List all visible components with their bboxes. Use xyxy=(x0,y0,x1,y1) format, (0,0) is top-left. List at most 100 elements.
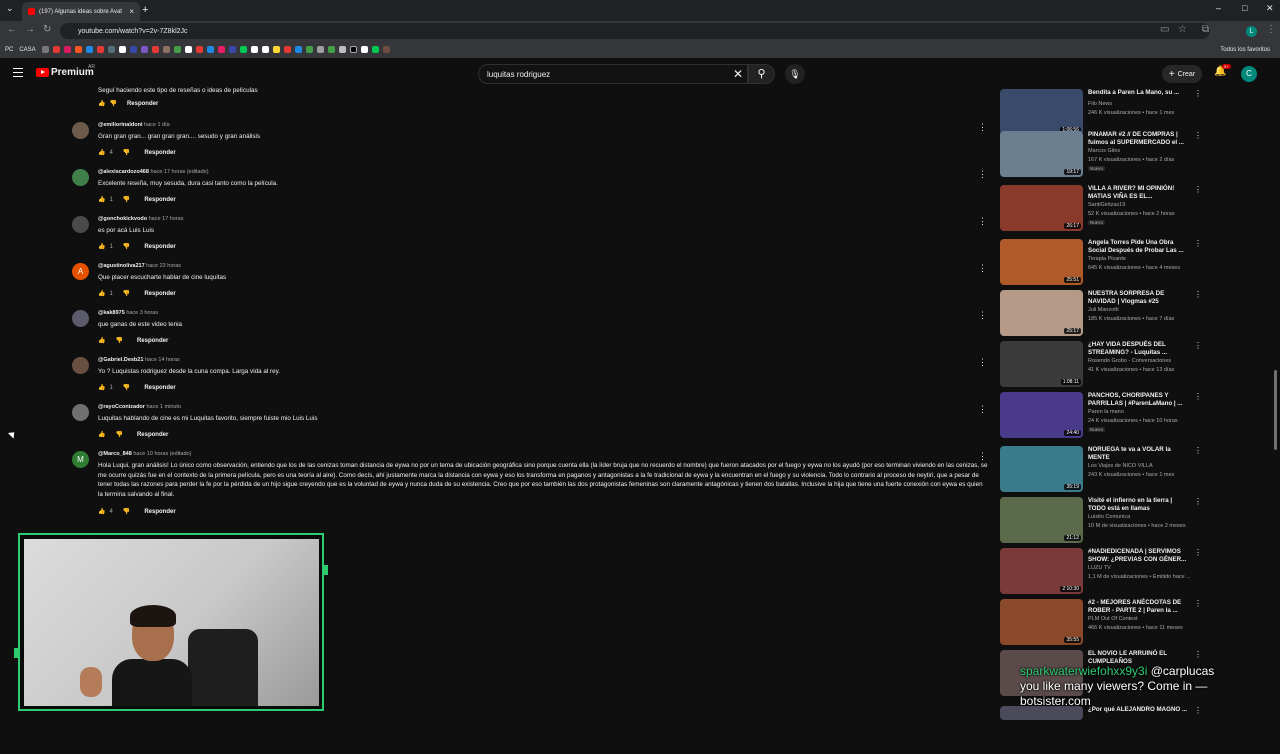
avatar[interactable] xyxy=(72,216,89,233)
video-channel[interactable]: Rosendo Grobo - Conversaciones xyxy=(1088,358,1171,364)
video-menu-icon[interactable]: ⋮ xyxy=(1194,446,1202,455)
dislike-icon[interactable]: 👎 xyxy=(109,100,116,107)
comment-menu-icon[interactable]: ⋮ xyxy=(978,122,987,133)
reply-button[interactable]: Responder xyxy=(144,385,175,391)
comment-menu-icon[interactable]: ⋮ xyxy=(978,216,987,227)
resize-handle-left[interactable] xyxy=(14,648,20,658)
bookmark-icon[interactable] xyxy=(195,46,203,53)
voice-search-icon[interactable]: 🎙 xyxy=(785,64,805,84)
comment-author[interactable]: @Marco_848 xyxy=(98,451,132,457)
reply-button[interactable]: Responder xyxy=(144,197,175,203)
comment-time[interactable]: hace 1 minuto xyxy=(146,404,181,410)
bookmark-icon[interactable] xyxy=(162,46,170,53)
account-avatar[interactable]: C xyxy=(1241,66,1257,82)
video-menu-icon[interactable]: ⋮ xyxy=(1194,599,1202,608)
video-card[interactable]: 1:08:11 ¿HAY VIDA DESPUÉS DEL STREAMING? … xyxy=(1000,341,1202,389)
minimize-icon[interactable]: – xyxy=(1216,3,1221,13)
comment-menu-icon[interactable]: ⋮ xyxy=(978,451,987,462)
video-card[interactable]: 25:51 Angela Torres Pide Una Obra Social … xyxy=(1000,239,1202,287)
avatar[interactable] xyxy=(72,357,89,374)
tiktok-icon[interactable] xyxy=(349,46,357,53)
dislike-icon[interactable]: 👎 xyxy=(123,196,130,203)
reply-button[interactable]: Responder xyxy=(137,432,168,438)
youtube-logo[interactable]: Premium AR xyxy=(36,64,95,78)
reply-button[interactable]: Responder xyxy=(144,291,175,297)
video-channel[interactable]: Terapia Picante xyxy=(1088,256,1126,262)
bookmark-icon[interactable] xyxy=(338,46,346,53)
profile-icon[interactable]: L xyxy=(1246,26,1257,37)
bookmark-icon[interactable] xyxy=(74,46,82,53)
video-thumbnail[interactable]: 25:17 xyxy=(1000,290,1083,336)
bookmark-icon[interactable] xyxy=(382,46,390,53)
comment-author[interactable]: @rayoCconizador xyxy=(98,404,145,410)
bookmark-icon[interactable] xyxy=(129,46,137,53)
video-thumbnail[interactable]: 26:17 xyxy=(1000,185,1083,231)
dislike-icon[interactable]: 👎 xyxy=(123,508,130,515)
bookmark-icon[interactable] xyxy=(272,46,280,53)
video-channel[interactable]: Juli Manzotti xyxy=(1088,307,1119,313)
bookmark-icon[interactable] xyxy=(85,46,93,53)
cast-icon[interactable]: ▭ xyxy=(1160,24,1169,35)
video-title[interactable]: #2 - MEJORES ANÉCDOTAS DE ROBER - PARTE … xyxy=(1088,599,1190,615)
close-window-icon[interactable]: ✕ xyxy=(1266,3,1274,14)
video-title[interactable]: Visité el infierno en la tierra | TODO e… xyxy=(1088,497,1190,513)
comment-time[interactable]: hace 14 horas xyxy=(145,357,180,363)
video-card[interactable]: 26:17 VILLA A RIVER? MI OPINIÓN! MATIAS V… xyxy=(1000,185,1202,233)
reply-button[interactable]: Responder xyxy=(144,150,175,156)
comment-menu-icon[interactable]: ⋮ xyxy=(978,310,987,321)
video-menu-icon[interactable]: ⋮ xyxy=(1194,239,1202,248)
bookmark-icon[interactable] xyxy=(206,46,214,53)
comment-time[interactable]: hace 1 día xyxy=(144,122,170,128)
comment-time[interactable]: hace 23 horas xyxy=(146,263,181,269)
comment-author[interactable]: @Gabriel.Desb21 xyxy=(98,357,143,363)
bookmark-icon[interactable] xyxy=(316,46,324,53)
video-thumbnail[interactable]: 24:40 xyxy=(1000,392,1083,438)
video-card[interactable]: 25:17 NUESTRA SORPRESA DE NAVIDAD | Vlogm… xyxy=(1000,290,1202,338)
video-title[interactable]: ¿HAY VIDA DESPUÉS DEL STREAMING? - Luqui… xyxy=(1088,341,1190,357)
comment-time[interactable]: hace 17 horas xyxy=(149,216,184,222)
avatar[interactable] xyxy=(72,122,89,139)
video-menu-icon[interactable]: ⋮ xyxy=(1194,548,1202,557)
video-card[interactable]: 24:40 PANCHOS, CHORIPANES Y PARRILLAS | #… xyxy=(1000,392,1202,440)
comment-author[interactable]: @emiliorinaldoni xyxy=(98,122,142,128)
bookmark-icon[interactable] xyxy=(107,46,115,53)
more-icon[interactable]: ⋮ xyxy=(1266,24,1276,35)
video-channel[interactable]: Luisito Comunica xyxy=(1088,514,1130,520)
avatar[interactable]: A xyxy=(72,263,89,280)
forward-icon[interactable]: → xyxy=(25,24,35,35)
video-card[interactable]: 35:55 #2 - MEJORES ANÉCDOTAS DE ROBER - P… xyxy=(1000,599,1202,647)
video-title[interactable]: PANCHOS, CHORIPANES Y PARRILLAS | #Paren… xyxy=(1088,392,1190,408)
video-channel[interactable]: Filo News xyxy=(1088,101,1112,107)
apps-icon[interactable] xyxy=(41,46,49,53)
video-channel[interactable]: Marcos Giles xyxy=(1088,148,1120,154)
bookmark-icon[interactable] xyxy=(217,46,225,53)
video-menu-icon[interactable]: ⋮ xyxy=(1194,290,1202,299)
video-menu-icon[interactable]: ⋮ xyxy=(1194,650,1202,659)
like-icon[interactable]: 👍 xyxy=(98,290,105,297)
video-menu-icon[interactable]: ⋮ xyxy=(1194,497,1202,506)
like-icon[interactable]: 👍 xyxy=(98,431,105,438)
video-title[interactable]: NUESTRA SORPRESA DE NAVIDAD | Vlogmas #2… xyxy=(1088,290,1190,306)
bookmark-icon[interactable] xyxy=(96,46,104,53)
video-thumbnail[interactable]: 25:51 xyxy=(1000,239,1083,285)
bookmark-icon[interactable] xyxy=(52,46,60,53)
bookmark-pc[interactable]: PC xyxy=(5,47,13,53)
extensions-icon[interactable]: ⧉ xyxy=(1202,24,1209,35)
video-thumbnail[interactable]: 1:08:11 xyxy=(1000,341,1083,387)
video-thumbnail[interactable]: 21:12 xyxy=(1000,497,1083,543)
video-thumbnail[interactable]: 19:17 xyxy=(1000,131,1083,177)
close-tab-icon[interactable]: × xyxy=(129,7,134,16)
reply-button[interactable]: Responder xyxy=(144,244,175,250)
video-channel[interactable]: SantiGiritzas19 xyxy=(1088,202,1125,208)
dislike-icon[interactable]: 👎 xyxy=(115,431,122,438)
comment-menu-icon[interactable]: ⋮ xyxy=(978,263,987,274)
video-menu-icon[interactable]: ⋮ xyxy=(1194,131,1202,140)
dislike-icon[interactable]: 👎 xyxy=(123,290,130,297)
bookmark-icon[interactable] xyxy=(360,46,368,53)
bookmark-icon[interactable] xyxy=(294,46,302,53)
video-title[interactable]: NORUEGA te va a VOLAR la MENTE xyxy=(1088,446,1190,462)
video-menu-icon[interactable]: ⋮ xyxy=(1194,392,1202,401)
avatar[interactable] xyxy=(72,310,89,327)
video-channel[interactable]: LUZU TV xyxy=(1088,565,1111,571)
like-icon[interactable]: 👍 xyxy=(98,384,105,391)
